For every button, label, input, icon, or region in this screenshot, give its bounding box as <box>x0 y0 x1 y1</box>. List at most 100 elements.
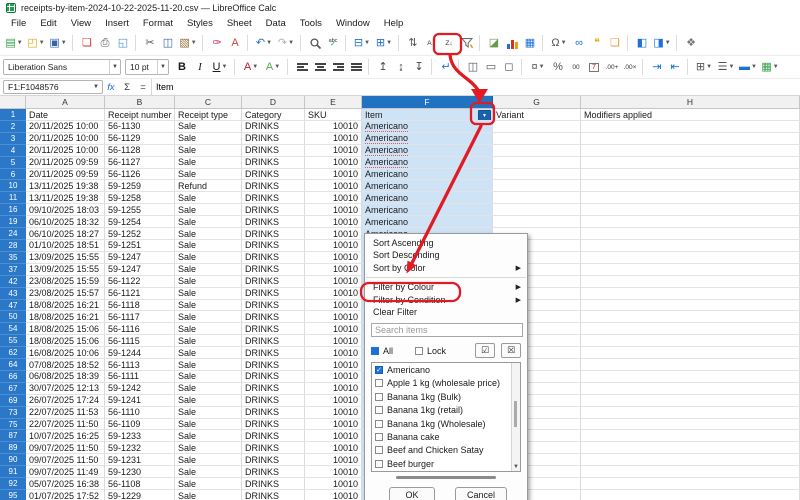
cell-E10[interactable]: 10010 <box>305 180 362 192</box>
sort-icon[interactable]: ⇅ <box>404 33 422 53</box>
menu-item-sort-by-color[interactable]: Sort by Color▶ <box>365 262 527 274</box>
cell-D62[interactable]: DRINKS <box>242 347 305 359</box>
format-number-icon[interactable]: 00 <box>567 57 585 77</box>
cell-B95[interactable]: 59-1229 <box>105 490 175 500</box>
row-header-19[interactable]: 19 <box>0 216 26 228</box>
cell-A47[interactable]: 18/08/2025 16:21 <box>26 300 105 312</box>
cell-C42[interactable]: Sale <box>175 276 242 288</box>
chevron-down-icon[interactable]: ▼ <box>706 64 712 70</box>
delete-decimal-icon[interactable]: .00× <box>621 57 639 77</box>
align-right-icon[interactable] <box>329 57 347 77</box>
border-style-icon[interactable]: ☰▼ <box>715 57 737 77</box>
cell-B66[interactable]: 56-1111 <box>105 371 175 383</box>
cell-G19[interactable] <box>493 216 581 228</box>
cell-H2[interactable] <box>581 121 800 133</box>
row-header-66[interactable]: 66 <box>0 371 26 383</box>
format-currency-icon[interactable]: ¤▼ <box>527 57 549 77</box>
cell-H5[interactable] <box>581 157 800 169</box>
cell-E73[interactable]: 10010 <box>305 407 362 419</box>
cell-C3[interactable]: Sale <box>175 133 242 145</box>
row-header-1[interactable]: 1 <box>0 109 26 121</box>
cell-A90[interactable]: 09/07/2025 11:50 <box>26 454 105 466</box>
formula-icon[interactable]: = <box>135 82 151 93</box>
row-header-4[interactable]: 4 <box>0 145 26 157</box>
column-header-C[interactable]: C <box>175 96 242 109</box>
cell-D6[interactable]: DRINKS <box>242 169 305 181</box>
cell-H54[interactable] <box>581 323 800 335</box>
row-header-87[interactable]: 87 <box>0 430 26 442</box>
cell-D64[interactable]: DRINKS <box>242 359 305 371</box>
cell-H91[interactable] <box>581 466 800 478</box>
cell-B90[interactable]: 59-1231 <box>105 454 175 466</box>
cell-A4[interactable]: 20/11/2025 10:00 <box>26 145 105 157</box>
cell-A64[interactable]: 07/08/2025 18:52 <box>26 359 105 371</box>
row-header-92[interactable]: 92 <box>0 478 26 490</box>
cell-F19[interactable]: Americano <box>362 216 493 228</box>
cell-B64[interactable]: 56-1113 <box>105 359 175 371</box>
cell-C95[interactable]: Sale <box>175 490 242 500</box>
row-header-35[interactable]: 35 <box>0 252 26 264</box>
clone-formatting-icon[interactable]: ✑ <box>208 33 226 53</box>
borders-icon[interactable]: ⊞▼ <box>693 57 715 77</box>
chevron-down-icon[interactable]: ▼ <box>539 64 545 70</box>
cell-A1[interactable]: Date <box>26 109 105 121</box>
cell-H47[interactable] <box>581 300 800 312</box>
menu-item-clear-filter[interactable]: Clear Filter <box>365 306 527 318</box>
cell-H89[interactable] <box>581 442 800 454</box>
cell-B43[interactable]: 56-1121 <box>105 288 175 300</box>
row-header-89[interactable]: 89 <box>0 442 26 454</box>
cell-C37[interactable]: Sale <box>175 264 242 276</box>
cell-A92[interactable]: 05/07/2025 16:38 <box>26 478 105 490</box>
cell-D89[interactable]: DRINKS <box>242 442 305 454</box>
menu-window[interactable]: Window <box>329 18 377 29</box>
item-checkbox[interactable] <box>375 460 383 468</box>
menu-item-sort-ascending[interactable]: Sort Ascending <box>365 237 527 249</box>
insert-pivot-table-icon[interactable]: ▦ <box>521 33 539 53</box>
cell-B42[interactable]: 56-1122 <box>105 276 175 288</box>
cell-E50[interactable]: 10010 <box>305 311 362 323</box>
chevron-down-icon[interactable]: ▼ <box>274 64 280 70</box>
new-document-icon[interactable]: ▤▼ <box>3 33 25 53</box>
cell-F2[interactable]: Americano <box>362 121 493 133</box>
sort-descending-icon[interactable]: Z↓ <box>440 33 458 53</box>
cell-A69[interactable]: 26/07/2025 17:24 <box>26 395 105 407</box>
row-header-5[interactable]: 5 <box>0 157 26 169</box>
cell-D1[interactable]: Category <box>242 109 305 121</box>
cut-icon[interactable]: ✂ <box>141 33 159 53</box>
list-vertical-scrollbar[interactable]: ▼ <box>511 363 520 471</box>
cell-C89[interactable]: Sale <box>175 442 242 454</box>
cell-H28[interactable] <box>581 240 800 252</box>
chevron-down-icon[interactable]: ▼ <box>773 64 779 70</box>
cell-D24[interactable]: DRINKS <box>242 228 305 240</box>
conditional-formatting-icon[interactable]: ▦▼ <box>759 57 781 77</box>
cell-B2[interactable]: 56-1130 <box>105 121 175 133</box>
menu-sheet[interactable]: Sheet <box>220 18 259 29</box>
cell-H10[interactable] <box>581 180 800 192</box>
cell-H75[interactable] <box>581 419 800 431</box>
filter-item-apple-1-kg-wholesale-price-[interactable]: Apple 1 kg (wholesale price) <box>372 377 520 390</box>
scroll-down-icon[interactable]: ▼ <box>512 464 520 470</box>
cell-E37[interactable]: 10010 <box>305 264 362 276</box>
cancel-button[interactable]: Cancel <box>455 487 507 500</box>
menu-insert[interactable]: Insert <box>98 18 136 29</box>
cell-E67[interactable]: 10010 <box>305 383 362 395</box>
copy-icon[interactable]: ◫ <box>159 33 177 53</box>
cell-A5[interactable]: 20/11/2025 09:59 <box>26 157 105 169</box>
menu-format[interactable]: Format <box>136 18 180 29</box>
row-header-11[interactable]: 11 <box>0 192 26 204</box>
row-header-90[interactable]: 90 <box>0 454 26 466</box>
merge-and-center-icon[interactable]: ◫ <box>464 57 482 77</box>
cell-D91[interactable]: DRINKS <box>242 466 305 478</box>
menu-item-sort-descending[interactable]: Sort Descending <box>365 249 527 261</box>
cell-G2[interactable] <box>493 121 581 133</box>
cell-E4[interactable]: 10010 <box>305 145 362 157</box>
menu-tools[interactable]: Tools <box>293 18 329 29</box>
column-header-E[interactable]: E <box>305 96 362 109</box>
cell-H19[interactable] <box>581 216 800 228</box>
cell-A66[interactable]: 06/08/2025 18:39 <box>26 371 105 383</box>
cell-E95[interactable]: 10010 <box>305 490 362 500</box>
cell-A43[interactable]: 23/08/2025 15:57 <box>26 288 105 300</box>
row-header-69[interactable]: 69 <box>0 395 26 407</box>
cell-B3[interactable]: 56-1129 <box>105 133 175 145</box>
cell-D16[interactable]: DRINKS <box>242 204 305 216</box>
